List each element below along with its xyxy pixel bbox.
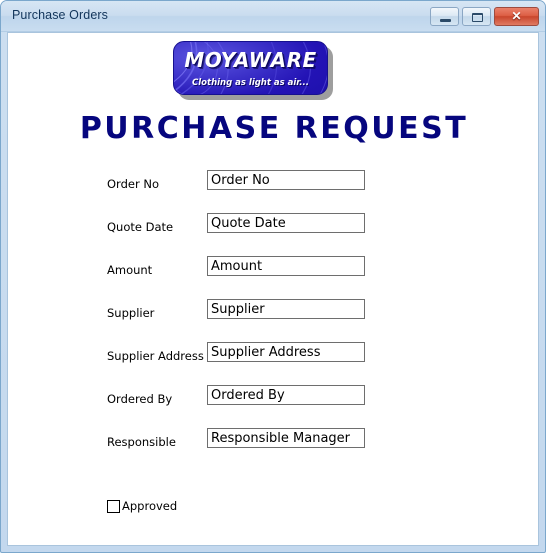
minimize-icon bbox=[440, 19, 451, 22]
form-row: Responsible bbox=[8, 427, 538, 470]
field-label: Quote Date bbox=[107, 220, 174, 234]
field-input[interactable] bbox=[207, 170, 365, 190]
form-row: Quote Date bbox=[8, 212, 538, 255]
field-label: Order No bbox=[107, 177, 159, 191]
form-client-area: MOYAWARE Clothing as light as air... PUR… bbox=[7, 32, 539, 546]
maximize-button[interactable] bbox=[462, 7, 491, 26]
window-title: Purchase Orders bbox=[12, 8, 108, 22]
field-label: Responsible bbox=[107, 435, 176, 449]
title-bar[interactable]: Purchase Orders ✕ bbox=[1, 1, 545, 32]
field-label: Amount bbox=[107, 263, 153, 277]
close-icon: ✕ bbox=[511, 9, 522, 23]
logo-company-name: MOYAWARE bbox=[184, 48, 317, 72]
close-button[interactable]: ✕ bbox=[494, 7, 539, 26]
field-input[interactable] bbox=[207, 213, 365, 233]
approved-checkbox-row[interactable]: Approved bbox=[107, 499, 177, 513]
logo-badge: MOYAWARE Clothing as light as air... bbox=[173, 41, 328, 95]
maximize-icon bbox=[472, 13, 483, 22]
form-row: Supplier Address bbox=[8, 341, 538, 384]
approved-label: Approved bbox=[122, 499, 178, 513]
minimize-button[interactable] bbox=[430, 7, 459, 26]
purchase-request-form: Order No Quote Date Amount Supplier Supplier… bbox=[8, 169, 538, 470]
field-input[interactable] bbox=[207, 256, 365, 276]
form-row: Ordered By bbox=[8, 384, 538, 427]
field-input[interactable] bbox=[207, 385, 365, 405]
field-label: Ordered By bbox=[107, 392, 173, 406]
window-controls: ✕ bbox=[430, 7, 539, 26]
field-label: Supplier Address bbox=[107, 349, 204, 363]
field-input[interactable] bbox=[207, 342, 365, 362]
application-window: Purchase Orders ✕ MOYAWARE Clothing as l… bbox=[0, 0, 546, 553]
logo-tagline: Clothing as light as air... bbox=[192, 78, 309, 88]
company-logo: MOYAWARE Clothing as light as air... bbox=[173, 41, 333, 100]
page-title: PURCHASE REQUEST bbox=[79, 111, 469, 146]
approved-checkbox[interactable] bbox=[107, 499, 120, 513]
field-input[interactable] bbox=[207, 428, 365, 448]
field-input[interactable] bbox=[207, 299, 365, 319]
form-row: Amount bbox=[8, 255, 538, 298]
field-label: Supplier bbox=[107, 306, 155, 320]
form-row: Supplier bbox=[8, 298, 538, 341]
form-row: Order No bbox=[8, 169, 538, 212]
